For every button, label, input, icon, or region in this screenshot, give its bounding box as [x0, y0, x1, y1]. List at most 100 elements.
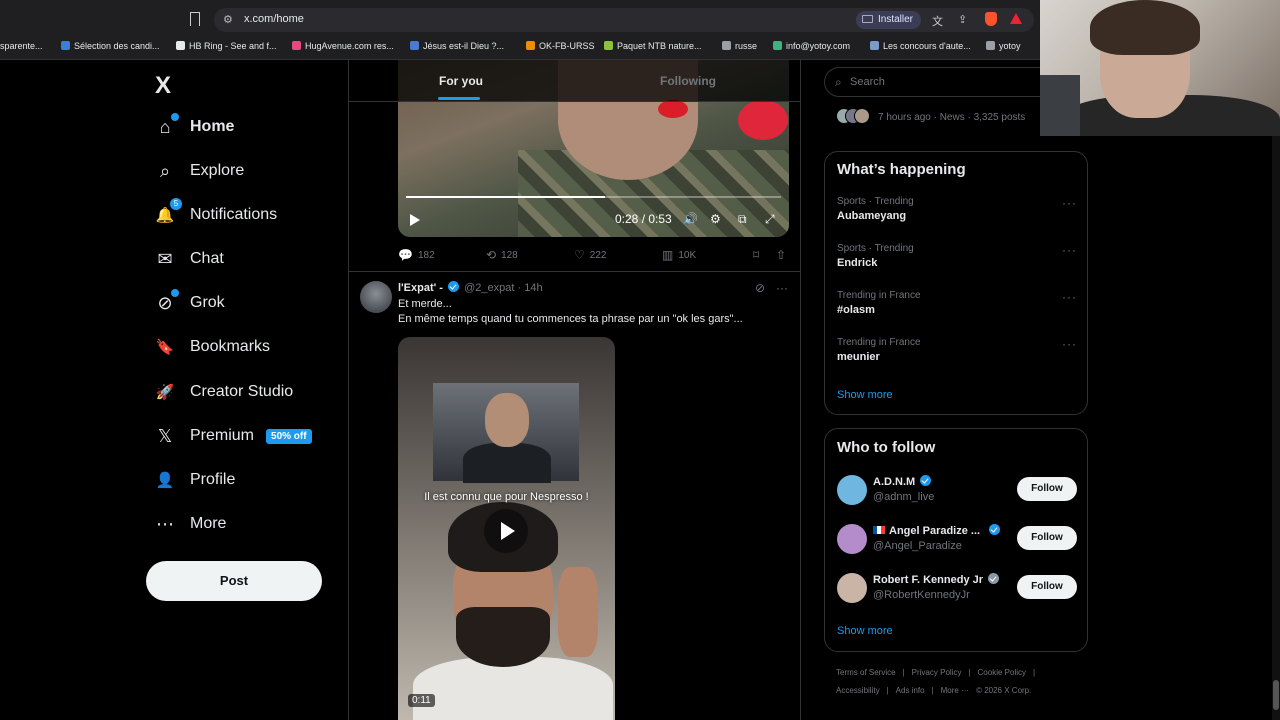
follow-button[interactable]: Follow — [1017, 477, 1077, 501]
post-button[interactable]: Post — [146, 561, 322, 601]
x-premium-icon: 𝕏 — [157, 425, 173, 446]
share-icon: ⇧ — [776, 248, 787, 262]
grok-explain-icon[interactable]: ⊘ — [755, 281, 765, 295]
bookmark-item[interactable]: russe — [722, 41, 757, 51]
footer-link-cookie[interactable]: Cookie Policy — [978, 668, 1026, 677]
bookmark-item[interactable]: Jésus est-il Dieu ?... — [410, 41, 504, 51]
news-item[interactable]: 7 hours ago · News · 3,325 posts — [836, 108, 1025, 124]
search-icon: ⌕ — [159, 160, 171, 181]
play-icon[interactable] — [484, 509, 528, 553]
post-text-line: En même temps quand tu commences ta phra… — [398, 313, 743, 325]
footer-link-accessibility[interactable]: Accessibility — [836, 686, 880, 695]
follow-button[interactable]: Follow — [1017, 526, 1077, 550]
share-button[interactable]: ⇧ — [776, 248, 791, 262]
settings-icon[interactable]: ⚙ — [710, 212, 721, 226]
footer-link-ads-info[interactable]: Ads info — [896, 686, 925, 695]
author-name[interactable]: l'Expat' - — [398, 282, 443, 294]
bookmark-favicon — [61, 41, 70, 50]
nav-notifications[interactable]: 🔔 5 Notifications — [154, 198, 277, 230]
tab-for-you[interactable]: For you — [439, 74, 483, 88]
trend-meta: Sports · Trending — [837, 243, 914, 254]
scrollbar[interactable] — [1272, 136, 1280, 720]
trend-item[interactable]: Sports · Trending Endrick ··· — [837, 243, 1077, 275]
nav-profile[interactable]: 👤 Profile — [154, 465, 236, 495]
follow-suggestion[interactable]: Robert F. Kennedy Jr @RobertKennedyJr Fo… — [837, 573, 1077, 605]
video-frame-shape — [463, 443, 551, 483]
nav-home[interactable]: ⌂ Home — [154, 112, 234, 142]
post-actions: 💬 182 ⟲ 128 ♡ 222 ▥ 10K ⌑ ⇧ — [398, 248, 789, 264]
bookmark-item[interactable]: HB Ring - See and f... — [176, 41, 277, 51]
suggestion-name[interactable]: Angel Paradize ... — [873, 524, 1002, 537]
trend-item[interactable]: Sports · Trending Aubameyang ··· — [837, 196, 1077, 228]
bookmark-item[interactable]: sparente... — [0, 41, 43, 51]
site-settings-icon[interactable]: ⚙ — [223, 13, 233, 26]
more-options-icon[interactable]: ··· — [776, 281, 788, 295]
reply-button[interactable]: 💬 182 — [398, 248, 435, 262]
nav-bookmarks[interactable]: 🔖 Bookmarks — [154, 332, 270, 362]
url-text[interactable]: x.com/home — [244, 13, 304, 25]
bookmark-item[interactable]: Paquet NTB nature... — [604, 41, 702, 51]
show-more-link[interactable]: Show more — [837, 389, 893, 401]
like-button[interactable]: ♡ 222 — [574, 248, 606, 262]
more-options-icon[interactable]: ··· — [1062, 243, 1077, 257]
bookmark-item[interactable]: Sélection des candi... — [61, 41, 160, 51]
suggestion-name[interactable]: Robert F. Kennedy Jr — [873, 573, 1001, 586]
avatar[interactable] — [837, 573, 867, 603]
trend-item[interactable]: Trending in France meunier ··· — [837, 337, 1077, 369]
footer-link-more[interactable]: More ··· — [941, 686, 969, 695]
scrollbar-thumb[interactable] — [1273, 680, 1279, 710]
bookmark-item[interactable]: Les concours d'aute... — [870, 41, 971, 51]
nav-chat[interactable]: ✉ Chat — [154, 244, 223, 274]
pip-icon[interactable]: ⧉ — [738, 212, 747, 227]
bookmark-item[interactable]: HugAvenue.com res... — [292, 41, 394, 51]
nav-explore[interactable]: ⌕ Explore — [154, 156, 244, 186]
nav-premium[interactable]: 𝕏 Premium 50% off — [154, 421, 312, 451]
suggestion-name[interactable]: A.D.N.M — [873, 475, 933, 488]
repost-button[interactable]: ⟲ 128 — [486, 248, 518, 262]
timeline[interactable]: 0:28 / 0:53 🔊 ⚙ ⧉ ⤢ For you Following 💬 1… — [348, 60, 801, 720]
more-options-icon[interactable]: ··· — [1062, 196, 1077, 210]
more-options-icon[interactable]: ··· — [1062, 290, 1077, 304]
brave-rewards-icon[interactable] — [1010, 13, 1022, 24]
tab-following[interactable]: Following — [660, 74, 716, 88]
follow-suggestion[interactable]: Angel Paradize ... @Angel_Paradize Follo… — [837, 524, 1077, 556]
bookmark-page-icon[interactable] — [190, 12, 200, 26]
follow-suggestion[interactable]: A.D.N.M @adnm_live Follow — [837, 475, 1077, 507]
install-app-button[interactable]: Installer — [856, 11, 922, 29]
footer-link-terms[interactable]: Terms of Service — [836, 668, 896, 677]
avatar[interactable] — [837, 524, 867, 554]
nav-creator-studio[interactable]: 🚀 Creator Studio — [154, 377, 294, 407]
author-handle[interactable]: @2_expat — [464, 282, 514, 294]
notification-dot — [171, 113, 179, 121]
views-button[interactable]: ▥ 10K — [662, 248, 696, 262]
fullscreen-icon[interactable]: ⤢ — [765, 212, 775, 227]
video-player[interactable]: Il est connu que pour Nespresso ! 0:11 — [398, 337, 615, 720]
bookmark-item[interactable]: yotoy — [986, 41, 1021, 51]
brave-shields-icon[interactable] — [985, 12, 997, 26]
show-more-link[interactable]: Show more — [837, 625, 893, 637]
nav-grok[interactable]: ⊘ Grok — [154, 288, 225, 318]
active-tab-indicator — [438, 97, 480, 100]
post-time[interactable]: 14h — [524, 282, 542, 294]
search-input[interactable]: ⌕ Search — [824, 67, 1040, 97]
play-icon[interactable] — [410, 214, 420, 226]
bookmark-button[interactable]: ⌑ — [753, 248, 764, 262]
bookmark-item[interactable]: OK-FB-URSS — [526, 41, 595, 51]
avatar[interactable] — [837, 475, 867, 505]
footer-link-privacy[interactable]: Privacy Policy — [912, 668, 962, 677]
bookmark-item[interactable]: info@yotoy.com — [773, 41, 850, 51]
volume-icon[interactable]: 🔊 — [683, 212, 698, 226]
share-icon[interactable]: ⇪ — [958, 13, 967, 26]
x-logo[interactable]: X — [155, 72, 171, 100]
follow-button[interactable]: Follow — [1017, 575, 1077, 599]
avatar[interactable] — [360, 281, 392, 313]
trend-item[interactable]: Trending in France #olasm ··· — [837, 290, 1077, 322]
rocket-icon: 🚀 — [155, 384, 175, 401]
notification-dot — [171, 289, 179, 297]
nav-more[interactable]: ⋯ More — [154, 509, 226, 539]
video-progress-bar[interactable] — [406, 196, 781, 198]
nav-label: Bookmarks — [190, 338, 271, 355]
more-options-icon[interactable]: ··· — [1062, 337, 1077, 351]
translate-icon[interactable]: 文 — [932, 13, 943, 29]
bookmark-favicon — [410, 41, 419, 50]
